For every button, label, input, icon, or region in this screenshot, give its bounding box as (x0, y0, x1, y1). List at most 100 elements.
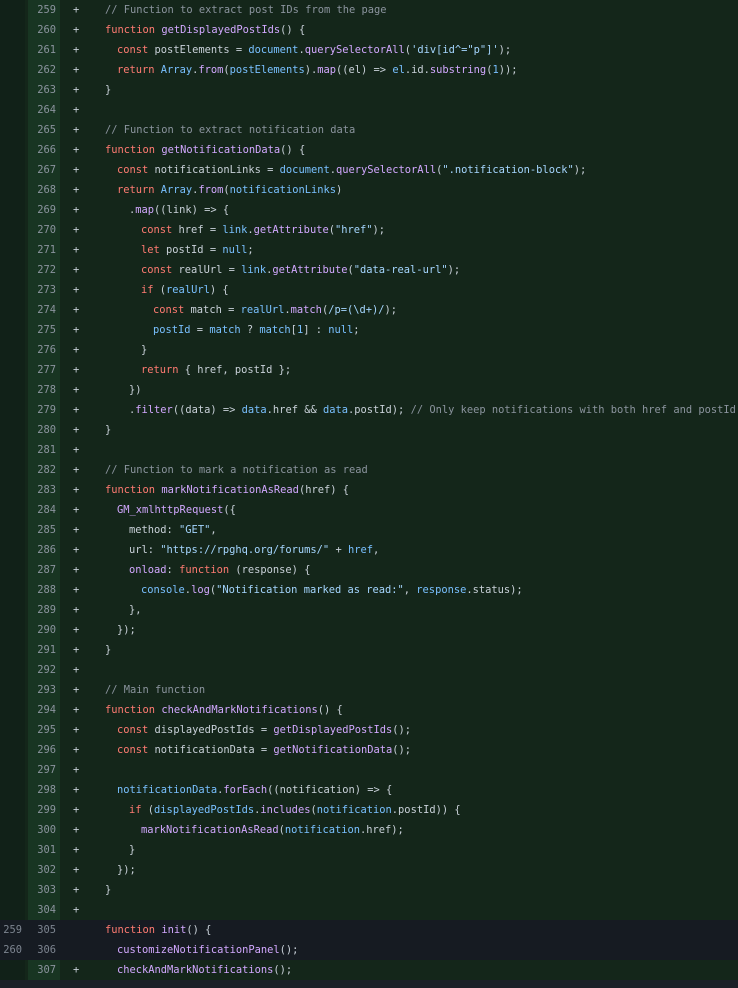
new-line-number[interactable]: 275 (28, 320, 60, 340)
new-line-number[interactable]: 295 (28, 720, 60, 740)
new-line-number[interactable]: 268 (28, 180, 60, 200)
old-line-number[interactable] (0, 560, 25, 580)
new-line-number[interactable]: 305 (28, 920, 60, 940)
old-line-number[interactable] (0, 160, 25, 180)
old-line-number[interactable] (0, 400, 25, 420)
old-line-number[interactable] (0, 540, 25, 560)
old-line-number[interactable] (0, 380, 25, 400)
new-line-number[interactable]: 265 (28, 120, 60, 140)
old-line-number[interactable] (0, 340, 25, 360)
old-line-number[interactable] (0, 80, 25, 100)
old-line-number[interactable] (0, 840, 25, 860)
new-line-number[interactable]: 260 (28, 20, 60, 40)
old-line-number[interactable] (0, 700, 25, 720)
old-line-number[interactable] (0, 40, 25, 60)
old-line-number[interactable] (0, 660, 25, 680)
new-line-number[interactable]: 294 (28, 700, 60, 720)
old-line-number[interactable] (0, 900, 25, 920)
new-line-number[interactable]: 274 (28, 300, 60, 320)
new-line-number[interactable]: 285 (28, 520, 60, 540)
old-line-number[interactable]: 259 (0, 920, 25, 940)
new-line-number[interactable]: 286 (28, 540, 60, 560)
new-line-number[interactable]: 278 (28, 380, 60, 400)
new-line-number[interactable]: 266 (28, 140, 60, 160)
old-line-number[interactable] (0, 960, 25, 980)
old-line-number[interactable] (0, 300, 25, 320)
old-line-number[interactable] (0, 360, 25, 380)
new-line-number[interactable]: 298 (28, 780, 60, 800)
old-line-number[interactable] (0, 180, 25, 200)
new-line-number[interactable]: 306 (28, 940, 60, 960)
old-line-number[interactable] (0, 520, 25, 540)
old-line-number[interactable] (0, 0, 25, 20)
new-line-number[interactable]: 292 (28, 660, 60, 680)
new-line-number[interactable]: 259 (28, 0, 60, 20)
old-line-number[interactable] (0, 20, 25, 40)
code-text: const notificationLinks = document.query… (117, 160, 586, 180)
new-line-number[interactable]: 279 (28, 400, 60, 420)
new-line-number[interactable]: 269 (28, 200, 60, 220)
new-line-number[interactable]: 270 (28, 220, 60, 240)
old-line-number[interactable] (0, 620, 25, 640)
old-line-number[interactable] (0, 780, 25, 800)
new-line-number[interactable]: 264 (28, 100, 60, 120)
old-line-number[interactable] (0, 860, 25, 880)
new-line-number[interactable]: 293 (28, 680, 60, 700)
old-line-number[interactable] (0, 800, 25, 820)
old-line-number[interactable] (0, 480, 25, 500)
old-line-number[interactable] (0, 140, 25, 160)
old-line-number[interactable] (0, 820, 25, 840)
new-line-number[interactable]: 276 (28, 340, 60, 360)
old-line-number[interactable] (0, 440, 25, 460)
old-line-number[interactable] (0, 200, 25, 220)
new-line-number[interactable]: 267 (28, 160, 60, 180)
new-line-number[interactable]: 302 (28, 860, 60, 880)
new-line-number[interactable]: 307 (28, 960, 60, 980)
old-line-number[interactable] (0, 880, 25, 900)
old-line-number[interactable] (0, 500, 25, 520)
old-line-number[interactable] (0, 280, 25, 300)
old-line-number[interactable] (0, 760, 25, 780)
new-line-number[interactable]: 303 (28, 880, 60, 900)
new-line-number[interactable]: 289 (28, 600, 60, 620)
old-line-number[interactable] (0, 740, 25, 760)
old-line-number[interactable] (0, 220, 25, 240)
new-line-number[interactable]: 277 (28, 360, 60, 380)
new-line-number[interactable]: 290 (28, 620, 60, 640)
new-line-number[interactable]: 273 (28, 280, 60, 300)
old-line-number[interactable] (0, 240, 25, 260)
new-line-number[interactable]: 291 (28, 640, 60, 660)
new-line-number[interactable]: 282 (28, 460, 60, 480)
new-line-number[interactable]: 284 (28, 500, 60, 520)
new-line-number[interactable]: 287 (28, 560, 60, 580)
old-line-number[interactable] (0, 320, 25, 340)
new-line-number[interactable]: 280 (28, 420, 60, 440)
old-line-number[interactable] (0, 420, 25, 440)
new-line-number[interactable]: 261 (28, 40, 60, 60)
new-line-number[interactable]: 272 (28, 260, 60, 280)
new-line-number[interactable]: 271 (28, 240, 60, 260)
new-line-number[interactable]: 281 (28, 440, 60, 460)
new-line-number[interactable]: 288 (28, 580, 60, 600)
new-line-number[interactable]: 300 (28, 820, 60, 840)
new-line-number[interactable]: 296 (28, 740, 60, 760)
new-line-number[interactable]: 301 (28, 840, 60, 860)
new-line-number[interactable]: 283 (28, 480, 60, 500)
new-line-number[interactable]: 299 (28, 800, 60, 820)
new-line-number[interactable]: 297 (28, 760, 60, 780)
old-line-number[interactable] (0, 260, 25, 280)
old-line-number[interactable] (0, 720, 25, 740)
old-line-number[interactable] (0, 120, 25, 140)
old-line-number[interactable] (0, 100, 25, 120)
new-line-number[interactable]: 262 (28, 60, 60, 80)
old-line-number[interactable] (0, 680, 25, 700)
new-line-number[interactable]: 304 (28, 900, 60, 920)
old-line-number[interactable] (0, 580, 25, 600)
old-line-number[interactable] (0, 60, 25, 80)
old-line-number[interactable] (0, 600, 25, 620)
old-line-number[interactable]: 260 (0, 940, 25, 960)
new-line-number[interactable]: 263 (28, 80, 60, 100)
old-line-number[interactable] (0, 640, 25, 660)
code-token: ); (447, 264, 461, 276)
old-line-number[interactable] (0, 460, 25, 480)
